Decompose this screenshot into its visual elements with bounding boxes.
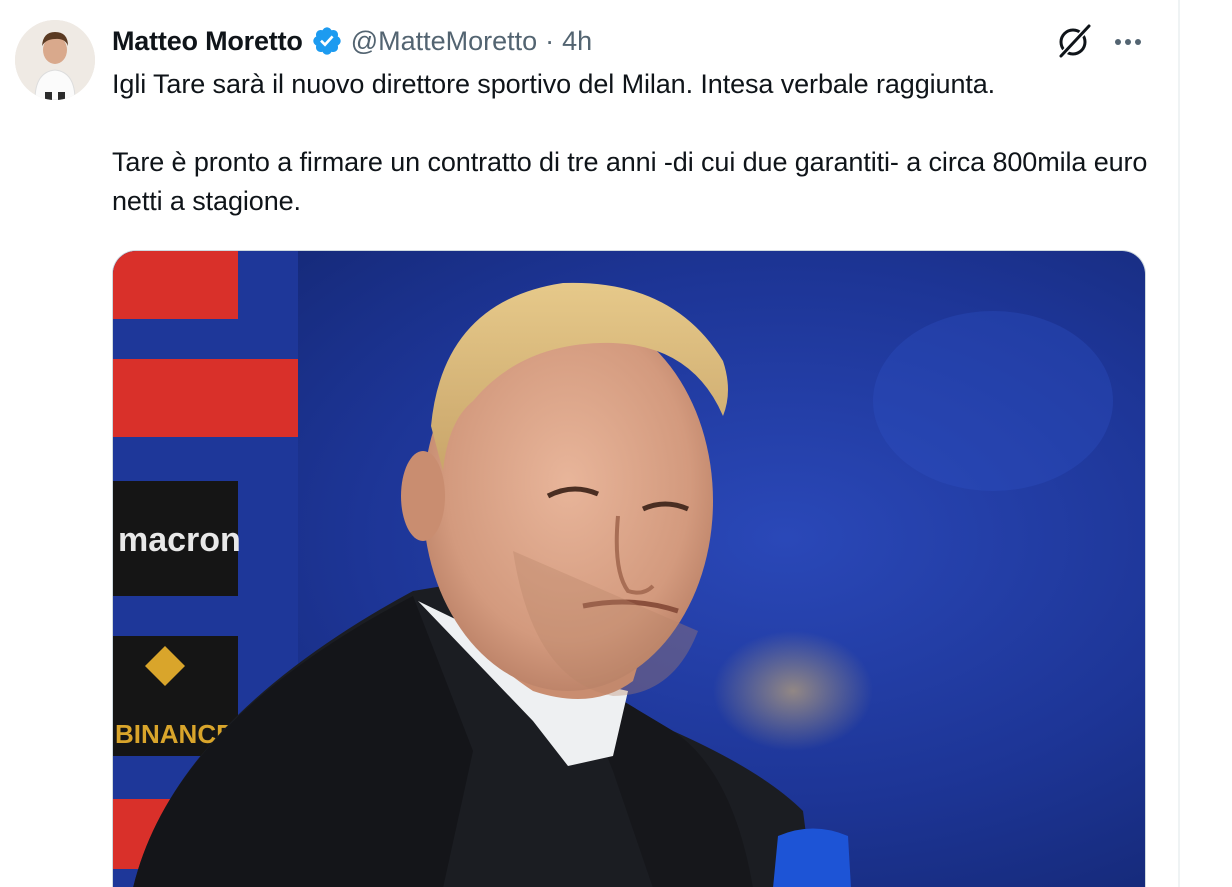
svg-text:macron: macron	[118, 521, 241, 559]
tweet-text: Igli Tare sarà il nuovo direttore sporti…	[112, 69, 1148, 216]
author-avatar[interactable]	[15, 20, 95, 100]
verified-badge-icon	[311, 25, 343, 57]
author-handle[interactable]: @MatteMoretto	[351, 26, 537, 57]
tweet-timestamp[interactable]: 4h	[562, 26, 592, 57]
more-options-icon[interactable]	[1110, 28, 1146, 56]
grok-icon[interactable]	[1055, 22, 1093, 60]
photo-image: macron BINANCE	[113, 251, 1145, 887]
header-separator: ·	[545, 25, 555, 56]
tweet-media-photo[interactable]: macron BINANCE	[112, 250, 1146, 887]
author-display-name[interactable]: Matteo Moretto	[112, 26, 303, 57]
tweet[interactable]: Matteo Moretto @MatteMoretto · 4h Igli T…	[0, 0, 1178, 887]
tweet-header: Matteo Moretto @MatteMoretto · 4h	[112, 22, 592, 60]
timeline-border	[1178, 0, 1180, 887]
avatar-photo-icon	[15, 20, 95, 100]
